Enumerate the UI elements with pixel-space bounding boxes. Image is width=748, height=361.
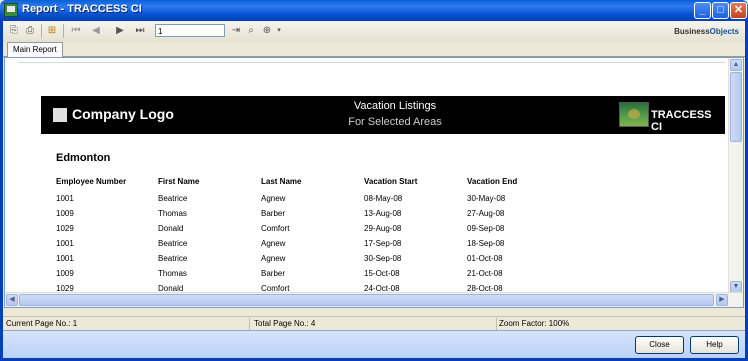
traccess-brand-text: TRACCESS CI xyxy=(651,109,712,133)
table-cell: 13-Aug-08 xyxy=(364,209,402,218)
scroll-right-icon[interactable]: ▶ xyxy=(716,294,728,306)
report-viewport[interactable]: Company Logo Vacation Listings For Selec… xyxy=(4,57,744,308)
table-cell: Barber xyxy=(261,269,286,278)
table-cell: 08-May-08 xyxy=(364,194,403,203)
status-separator xyxy=(249,318,250,330)
table-cell: Thomas xyxy=(158,269,187,278)
scroll-left-icon[interactable]: ◀ xyxy=(6,294,18,306)
table-cell: 17-Sep-08 xyxy=(364,239,402,248)
page-edge xyxy=(18,62,725,63)
toolbar-separator xyxy=(63,24,64,38)
toolbar-separator xyxy=(41,24,42,38)
table-cell: Beatrice xyxy=(158,194,188,203)
close-button[interactable]: Close xyxy=(635,336,684,354)
column-header: Vacation Start xyxy=(364,177,418,186)
print-icon[interactable]: ⎙ xyxy=(23,24,37,38)
current-page-status: Current Page No.: 1 xyxy=(6,319,78,328)
table-cell: 1001 xyxy=(56,239,74,248)
status-bar: Current Page No.: 1 Total Page No.: 4 Zo… xyxy=(3,316,745,331)
app-icon xyxy=(4,3,18,17)
status-separator xyxy=(496,318,497,330)
table-cell: 01-Oct-08 xyxy=(467,254,503,263)
search-text-icon[interactable]: ⌕ xyxy=(244,24,258,38)
group-tree-icon[interactable]: ⊞ xyxy=(45,24,59,38)
report-window: Report - TRACCESS CI _ □ ✕ ⎘ ⎙ ⊞ ⏮ ◀ ▶ ⏭… xyxy=(0,0,748,361)
close-window-button[interactable]: ✕ xyxy=(730,2,747,19)
column-header: Employee Number xyxy=(56,177,127,186)
table-cell: 21-Oct-08 xyxy=(467,269,503,278)
column-header: Vacation End xyxy=(467,177,518,186)
go-to-page-icon[interactable]: ⇥ xyxy=(229,24,243,38)
report-banner: Company Logo Vacation Listings For Selec… xyxy=(41,96,725,134)
table-cell: Agnew xyxy=(261,194,286,203)
tab-main-report[interactable]: Main Report xyxy=(7,42,63,57)
page-number-input[interactable]: 1 xyxy=(155,24,225,37)
horizontal-scroll-thumb[interactable] xyxy=(19,294,714,306)
column-header: Last Name xyxy=(261,177,302,186)
last-page-icon[interactable]: ⏭ xyxy=(133,24,147,38)
column-header: First Name xyxy=(158,177,200,186)
vertical-scroll-thumb[interactable] xyxy=(730,72,742,142)
report-title: Vacation Listings xyxy=(353,100,437,112)
table-cell: 27-Aug-08 xyxy=(467,209,505,218)
table-cell: 30-May-08 xyxy=(467,194,506,203)
table-cell: 1001 xyxy=(56,194,74,203)
tab-strip: Main Report xyxy=(3,42,745,57)
previous-page-icon[interactable]: ◀ xyxy=(89,24,103,38)
table-cell: Agnew xyxy=(261,239,286,248)
table-cell: 15-Oct-08 xyxy=(364,269,400,278)
table-cell: 1009 xyxy=(56,269,74,278)
scroll-up-icon[interactable]: ▲ xyxy=(730,59,742,71)
company-logo-text: Company Logo xyxy=(72,106,174,122)
table-cell: Donald xyxy=(158,224,184,233)
business-objects-logo: BusinessObjects xyxy=(674,27,739,36)
window-frame-left xyxy=(0,21,3,361)
dialog-footer: Close Help xyxy=(3,330,745,359)
toolbar: ⎘ ⎙ ⊞ ⏮ ◀ ▶ ⏭ 1 ⇥ ⌕ ⊕ ▾ BusinessObjects xyxy=(3,21,745,43)
table-cell: 1001 xyxy=(56,254,74,263)
help-button[interactable]: Help xyxy=(690,336,739,354)
table-cell: Barber xyxy=(261,209,286,218)
table-cell: 09-Sep-08 xyxy=(467,224,505,233)
export-icon[interactable]: ⎘ xyxy=(7,24,21,38)
first-page-icon[interactable]: ⏮ xyxy=(69,24,83,38)
vertical-scrollbar[interactable]: ▲ ▼ xyxy=(728,58,743,294)
zoom-dropdown-icon[interactable]: ▾ xyxy=(272,24,286,38)
total-page-status: Total Page No.: 4 xyxy=(254,319,316,328)
group-city: Edmonton xyxy=(56,152,111,164)
table-cell: 30-Sep-08 xyxy=(364,254,402,263)
table-cell: 1029 xyxy=(56,224,74,233)
zoom-status: Zoom Factor: 100% xyxy=(499,319,570,328)
table-cell: Beatrice xyxy=(158,239,188,248)
title-bar[interactable]: Report - TRACCESS CI _ □ ✕ xyxy=(0,0,748,21)
horizontal-scrollbar[interactable]: ◀ ▶ xyxy=(5,292,743,307)
next-page-icon[interactable]: ▶ xyxy=(113,24,127,38)
table-cell: 1009 xyxy=(56,209,74,218)
table-cell: 29-Aug-08 xyxy=(364,224,402,233)
report-subtitle: For Selected Areas xyxy=(348,116,442,128)
table-cell: Comfort xyxy=(261,224,290,233)
traccess-logo-icon xyxy=(619,102,649,127)
table-cell: 18-Sep-08 xyxy=(467,239,505,248)
maximize-button[interactable]: □ xyxy=(712,2,729,19)
minimize-button[interactable]: _ xyxy=(694,2,711,19)
table-cell: Thomas xyxy=(158,209,187,218)
table-cell: Agnew xyxy=(261,254,286,263)
company-logo-icon xyxy=(53,108,67,122)
table-cell: Beatrice xyxy=(158,254,188,263)
window-title: Report - TRACCESS CI xyxy=(22,3,142,15)
